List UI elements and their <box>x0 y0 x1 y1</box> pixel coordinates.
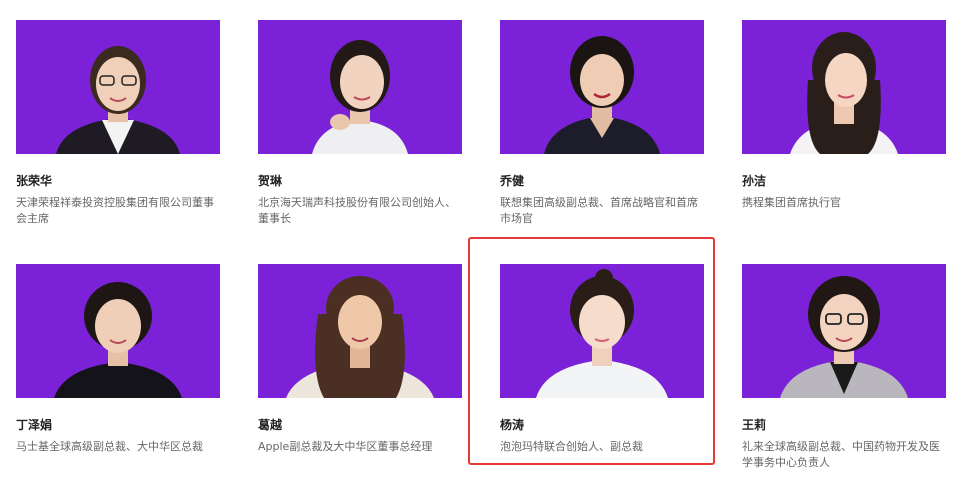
woman-portrait-icon <box>790 32 898 154</box>
woman-portrait-icon <box>54 282 182 398</box>
profile-name: 张荣华 <box>16 174 53 188</box>
profile-photo <box>742 20 946 154</box>
profile-title: Apple副总裁及大中华区董事总经理 <box>258 440 433 453</box>
profile-photo <box>258 264 462 398</box>
profile-name: 孙洁 <box>742 174 767 188</box>
highlight-box <box>468 237 715 465</box>
profile-photo <box>16 20 220 154</box>
woman-portrait-icon <box>286 276 434 398</box>
woman-portrait-icon <box>544 36 660 154</box>
profile-name: 葛越 <box>258 418 283 432</box>
profile-title: 联想集团高级副总裁、首席战略官和首席市场官 <box>500 196 698 225</box>
profile-title: 北京海天瑞声科技股份有限公司创始人、董事长 <box>258 196 456 225</box>
profile-name: 丁泽娟 <box>16 418 53 432</box>
profile-name: 乔健 <box>500 174 525 188</box>
profile-title: 携程集团首席执行官 <box>742 196 841 209</box>
profile-photo <box>258 20 462 154</box>
profile-title: 天津荣程祥泰投资控股集团有限公司董事会主席 <box>16 196 214 225</box>
profile-title: 礼来全球高级副总裁、中国药物开发及医学事务中心负责人 <box>742 440 940 469</box>
woman-portrait-glasses-icon <box>56 46 180 154</box>
profile-name: 贺琳 <box>258 174 283 188</box>
woman-portrait-glasses-icon <box>780 276 908 398</box>
profile-name: 王莉 <box>742 418 767 432</box>
profile-photo <box>16 264 220 398</box>
profile-title: 马士基全球高级副总裁、大中华区总裁 <box>16 440 203 453</box>
profile-photo <box>742 264 946 398</box>
profile-photo <box>500 20 704 154</box>
woman-portrait-icon <box>312 40 408 154</box>
